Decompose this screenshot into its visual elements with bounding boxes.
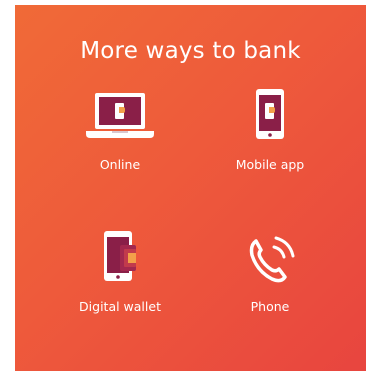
phone-option[interactable]: Phone bbox=[205, 229, 335, 314]
mobile-app-option[interactable]: Mobile app bbox=[205, 87, 335, 172]
online-label: Online bbox=[99, 157, 141, 172]
more-ways-to-bank-card: More ways to bank Online Mobile app Digi… bbox=[15, 5, 366, 371]
online-option[interactable]: Online bbox=[55, 87, 185, 172]
laptop-icon bbox=[86, 93, 154, 138]
card-title: More ways to bank bbox=[80, 38, 301, 64]
digital-wallet-label: Digital wallet bbox=[79, 299, 161, 314]
digital-wallet-icon bbox=[104, 231, 136, 281]
phone-icon bbox=[249, 236, 295, 283]
mobile-app-label: Mobile app bbox=[235, 157, 305, 172]
digital-wallet-option[interactable]: Digital wallet bbox=[55, 229, 185, 314]
phone-label: Phone bbox=[250, 299, 290, 314]
smartphone-icon bbox=[256, 89, 284, 139]
